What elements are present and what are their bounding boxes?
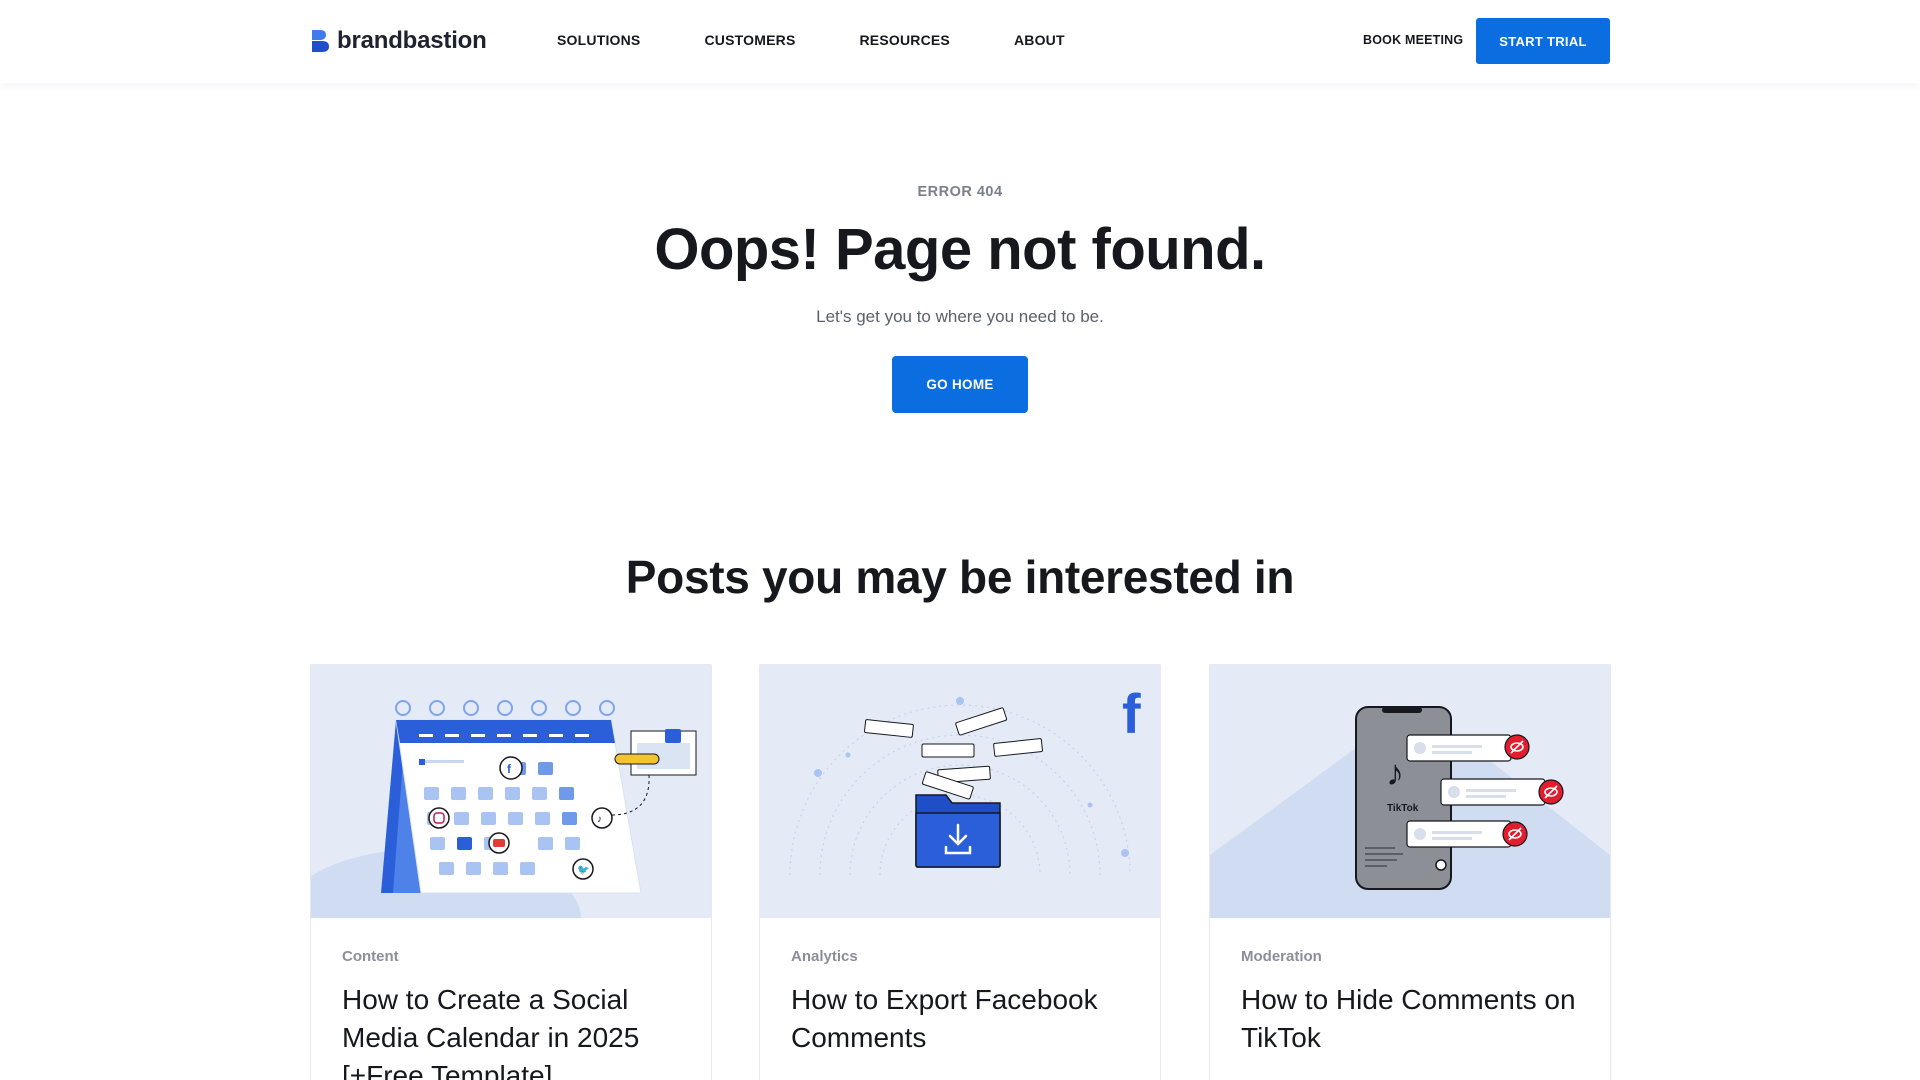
facebook-icon: f — [1122, 682, 1141, 745]
posts-section-heading: Posts you may be interested in — [625, 551, 1295, 603]
phone-hidden-comments-illustration: ♪ TikTok — [1210, 665, 1610, 918]
book-meeting-link[interactable]: BOOK MEETING — [1363, 33, 1463, 47]
site-header: brandbastion SOLUTIONS CUSTOMERS RESOURC… — [0, 0, 1920, 83]
page-subtitle: Let's get you to where you need to be. — [816, 307, 1104, 326]
post-card-title[interactable]: How to Create a Social Media Calendar in… — [342, 981, 692, 1080]
tiktok-label: TikTok — [1387, 803, 1419, 814]
calendar-illustration: f ♪ 🐦 — [311, 665, 711, 918]
nav-customers[interactable]: CUSTOMERS — [704, 32, 795, 48]
svg-text:♪: ♪ — [597, 814, 602, 825]
nav-about[interactable]: ABOUT — [1014, 32, 1065, 48]
post-card-category: Moderation — [1241, 948, 1322, 965]
start-trial-button[interactable]: START TRIAL — [1476, 18, 1610, 64]
post-card-title[interactable]: How to Hide Comments on TikTok — [1241, 981, 1591, 1057]
nav-resources[interactable]: RESOURCES — [859, 32, 949, 48]
post-card-content[interactable]: f ♪ 🐦 Content How to Create a Social Med… — [310, 664, 712, 1080]
post-card-moderation[interactable]: ♪ TikTok Moderation How to Hide Comments… — [1209, 664, 1611, 1080]
brand-name: brandbastion — [337, 27, 487, 54]
post-card-category: Analytics — [791, 948, 858, 965]
nav-solutions[interactable]: SOLUTIONS — [557, 32, 640, 48]
brand-logo[interactable]: brandbastion — [310, 27, 487, 55]
page-title: Oops! Page not found. — [654, 217, 1266, 282]
post-card-category: Content — [342, 948, 399, 965]
go-home-button[interactable]: GO HOME — [892, 356, 1028, 413]
main-nav: SOLUTIONS CUSTOMERS RESOURCES ABOUT — [557, 32, 1065, 48]
brand-logo-icon — [312, 30, 329, 52]
svg-text:♪: ♪ — [1386, 752, 1404, 793]
export-folder-illustration: f — [760, 665, 1160, 918]
svg-text:🐦: 🐦 — [577, 865, 589, 876]
post-card-title[interactable]: How to Export Facebook Comments — [791, 981, 1141, 1057]
post-card-analytics[interactable]: f Analytics How to Export Facebook Comme… — [759, 664, 1161, 1080]
error-code-label: ERROR 404 — [917, 184, 1003, 200]
